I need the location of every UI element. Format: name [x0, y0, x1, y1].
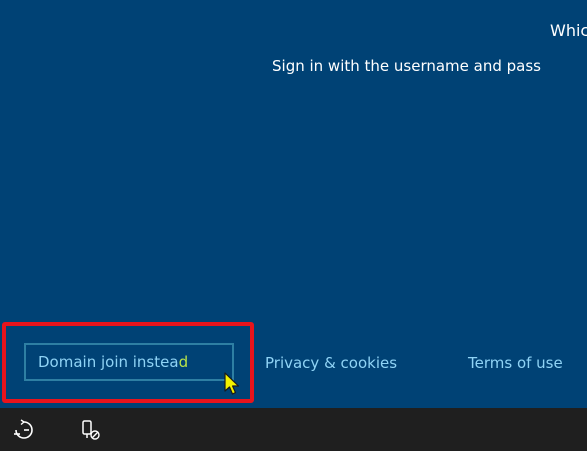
- ease-of-access-icon[interactable]: [12, 419, 36, 441]
- mouse-cursor-icon: [224, 372, 240, 395]
- privacy-cookies-link[interactable]: Privacy & cookies: [265, 354, 397, 372]
- terms-of-use-link[interactable]: Terms of use: [468, 354, 563, 372]
- domain-join-label-end: d: [178, 353, 189, 371]
- page-subtext: Sign in with the username and pass: [272, 57, 541, 75]
- page-heading: Whic: [550, 21, 587, 40]
- network-icon[interactable]: [78, 419, 102, 441]
- oobe-page: Whic Sign in with the username and pass …: [0, 0, 587, 408]
- domain-join-button[interactable]: Domain join instea d: [24, 343, 234, 381]
- taskbar: [0, 408, 587, 451]
- domain-join-label: Domain join instea: [38, 353, 179, 371]
